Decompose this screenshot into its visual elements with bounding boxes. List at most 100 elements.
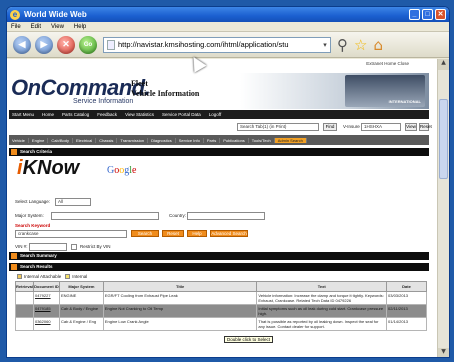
tab-diagnostics[interactable]: Diagnostics — [148, 137, 176, 143]
close-button[interactable]: ✕ — [435, 9, 446, 20]
table-row[interactable]: 0479227 ENGINE EGR/FT Cooling from Exhau… — [15, 291, 427, 305]
document-id-link[interactable]: 0479227 — [32, 291, 60, 305]
header-links[interactable]: Extranet Home Close — [366, 61, 409, 66]
search-tab-select[interactable]: Search Tab(1) (in Print) — [237, 123, 319, 131]
vin-insure-input[interactable]: 1HSHXA — [361, 123, 401, 131]
tab-electrical[interactable]: Electrical — [73, 137, 97, 143]
address-dropdown[interactable]: ▾ — [320, 41, 330, 49]
col-retrieval[interactable]: Retrieval — [15, 281, 34, 292]
view-button[interactable]: View — [405, 123, 417, 131]
date-cell: 02/11/2013 — [386, 304, 427, 318]
main-nav: Start Menu Home Parts Catalog Feedback V… — [9, 110, 429, 119]
page-icon — [107, 39, 115, 50]
tab-tools[interactable]: Tools/Tech — [249, 137, 275, 143]
col-date[interactable]: Date — [386, 281, 427, 292]
reset-button[interactable]: Reset — [162, 230, 184, 237]
menu-file[interactable]: File — [11, 24, 21, 30]
retrieval-cell[interactable] — [15, 304, 34, 318]
brand-text: INTERNATIONAL — [388, 99, 421, 104]
reset-top-button[interactable]: Reset — [419, 123, 432, 131]
scroll-thumb[interactable] — [439, 99, 448, 179]
help-button[interactable]: Help — [187, 230, 207, 237]
menu-help[interactable]: Help — [74, 24, 86, 30]
nav-feedback[interactable]: Feedback — [97, 112, 117, 117]
menu-view[interactable]: View — [51, 24, 64, 30]
search-results-header[interactable]: Search Results — [9, 263, 429, 271]
tab-parts[interactable]: Parts — [204, 137, 221, 143]
retrieval-cell[interactable] — [15, 317, 34, 331]
country-select[interactable] — [187, 212, 265, 220]
search-criteria-header[interactable]: Search Criteria — [9, 148, 429, 156]
results-legend: Internal Attachable Internal — [15, 274, 87, 279]
nav-start-menu[interactable]: Start Menu — [12, 112, 34, 117]
document-id-link[interactable]: 0362060 — [32, 317, 60, 331]
retrieval-cell[interactable] — [15, 291, 34, 305]
col-text[interactable]: Text — [256, 281, 388, 292]
select-language-label: Select Language: — [15, 199, 51, 204]
nav-view-statistics[interactable]: View Statistics — [125, 112, 154, 117]
vin-input[interactable] — [29, 243, 67, 251]
tab-admin-search[interactable]: Admin Search — [274, 137, 307, 143]
col-document-id[interactable]: Document ID — [32, 281, 60, 292]
col-major-system[interactable]: Major System — [58, 281, 104, 292]
iknow-logo: iKNow — [17, 157, 79, 180]
tab-cab-body[interactable]: Cab/Body — [48, 137, 73, 143]
minimize-button[interactable]: _ — [409, 9, 420, 20]
language-select[interactable]: All — [55, 198, 91, 206]
url-text[interactable]: http://navistar.kmsihosting.com/ihtml/ap… — [118, 40, 320, 49]
truck-image: INTERNATIONAL — [345, 75, 425, 107]
tooltip: Double click to Select — [224, 336, 274, 343]
title-cell[interactable]: Engine Not Cranking to Oil Temp — [102, 304, 258, 318]
tab-chassis[interactable]: Chassis — [96, 137, 118, 143]
legend-internal: Internal — [72, 274, 88, 279]
nav-home[interactable]: Home — [42, 112, 54, 117]
advanced-search-button[interactable]: Advanced Search — [210, 230, 248, 237]
title-cell[interactable]: Engine Low Crank Angle — [102, 317, 258, 331]
major-system-select[interactable] — [51, 212, 159, 220]
top-search-row: Search Tab(1) (in Print) Find V-Insure 1… — [9, 122, 432, 132]
search-results-label: Search Results — [20, 264, 53, 269]
expand-icon — [11, 253, 17, 259]
google-logo: Google — [107, 165, 136, 176]
tab-engine[interactable]: Engine — [29, 137, 49, 143]
search-summary-header[interactable]: Search Summary — [9, 252, 429, 260]
vertical-scrollbar[interactable]: ▲ ▼ — [437, 59, 449, 357]
category-tabs: Vehicle Engine Cab/Body Electrical Chass… — [9, 135, 429, 145]
legend-swatch-internal — [65, 274, 71, 279]
menu-edit[interactable]: Edit — [31, 24, 41, 30]
tab-vehicle[interactable]: Vehicle — [9, 137, 29, 143]
star-icon[interactable]: ☆ — [354, 36, 367, 54]
col-title[interactable]: Title — [102, 281, 258, 292]
find-button[interactable]: Find — [323, 123, 337, 131]
text-cell: Vehicle information: Increase the clamp … — [256, 291, 388, 305]
scroll-down-arrow[interactable]: ▼ — [438, 348, 449, 357]
tab-publications[interactable]: Publications — [220, 137, 249, 143]
nav-logoff[interactable]: Logoff — [209, 112, 221, 117]
table-row[interactable]: 0362060 Cab & Engine / Eng Engine Low Cr… — [15, 317, 427, 331]
stop-button[interactable]: ✕ — [57, 35, 75, 54]
nav-parts-catalog[interactable]: Parts Catalog — [62, 112, 89, 117]
text-cell: That is possible as reported by oil leak… — [256, 317, 388, 331]
go-button[interactable]: Go — [79, 35, 97, 54]
keyword-input[interactable]: crankcase — [15, 230, 127, 238]
search-button[interactable]: Search — [131, 230, 159, 237]
back-button[interactable]: ◀ — [13, 35, 31, 54]
title-cell[interactable]: EGR/FT Cooling from Exhaust Pipe Leak — [102, 291, 258, 305]
maximize-button[interactable]: □ — [422, 9, 433, 20]
major-system-label: Major System: — [15, 213, 44, 218]
address-bar[interactable]: http://navistar.kmsihosting.com/ihtml/ap… — [103, 36, 331, 53]
restrict-vin-checkbox[interactable] — [71, 244, 77, 250]
expand-icon — [11, 264, 17, 270]
tab-transmission[interactable]: Transmission — [117, 137, 149, 143]
nav-service-portal[interactable]: Service Portal Data — [162, 112, 201, 117]
forward-button[interactable]: ▶ — [35, 35, 53, 54]
text-cell: Initial symptoms such as oil leak during… — [256, 304, 388, 318]
scroll-up-arrow[interactable]: ▲ — [438, 59, 449, 70]
search-keyword-label: Search Keyword — [15, 223, 51, 228]
document-id-link[interactable]: 0479185 — [32, 304, 60, 318]
magnifier-icon[interactable]: ⚲ — [337, 36, 348, 54]
tab-service-info[interactable]: Service Info — [176, 137, 204, 143]
title-bar: e World Wide Web _ □ ✕ — [7, 7, 449, 22]
home-icon[interactable]: ⌂ — [373, 36, 383, 54]
table-row[interactable]: 0479185 Cab & Body / Engine Engine Not C… — [15, 304, 427, 318]
